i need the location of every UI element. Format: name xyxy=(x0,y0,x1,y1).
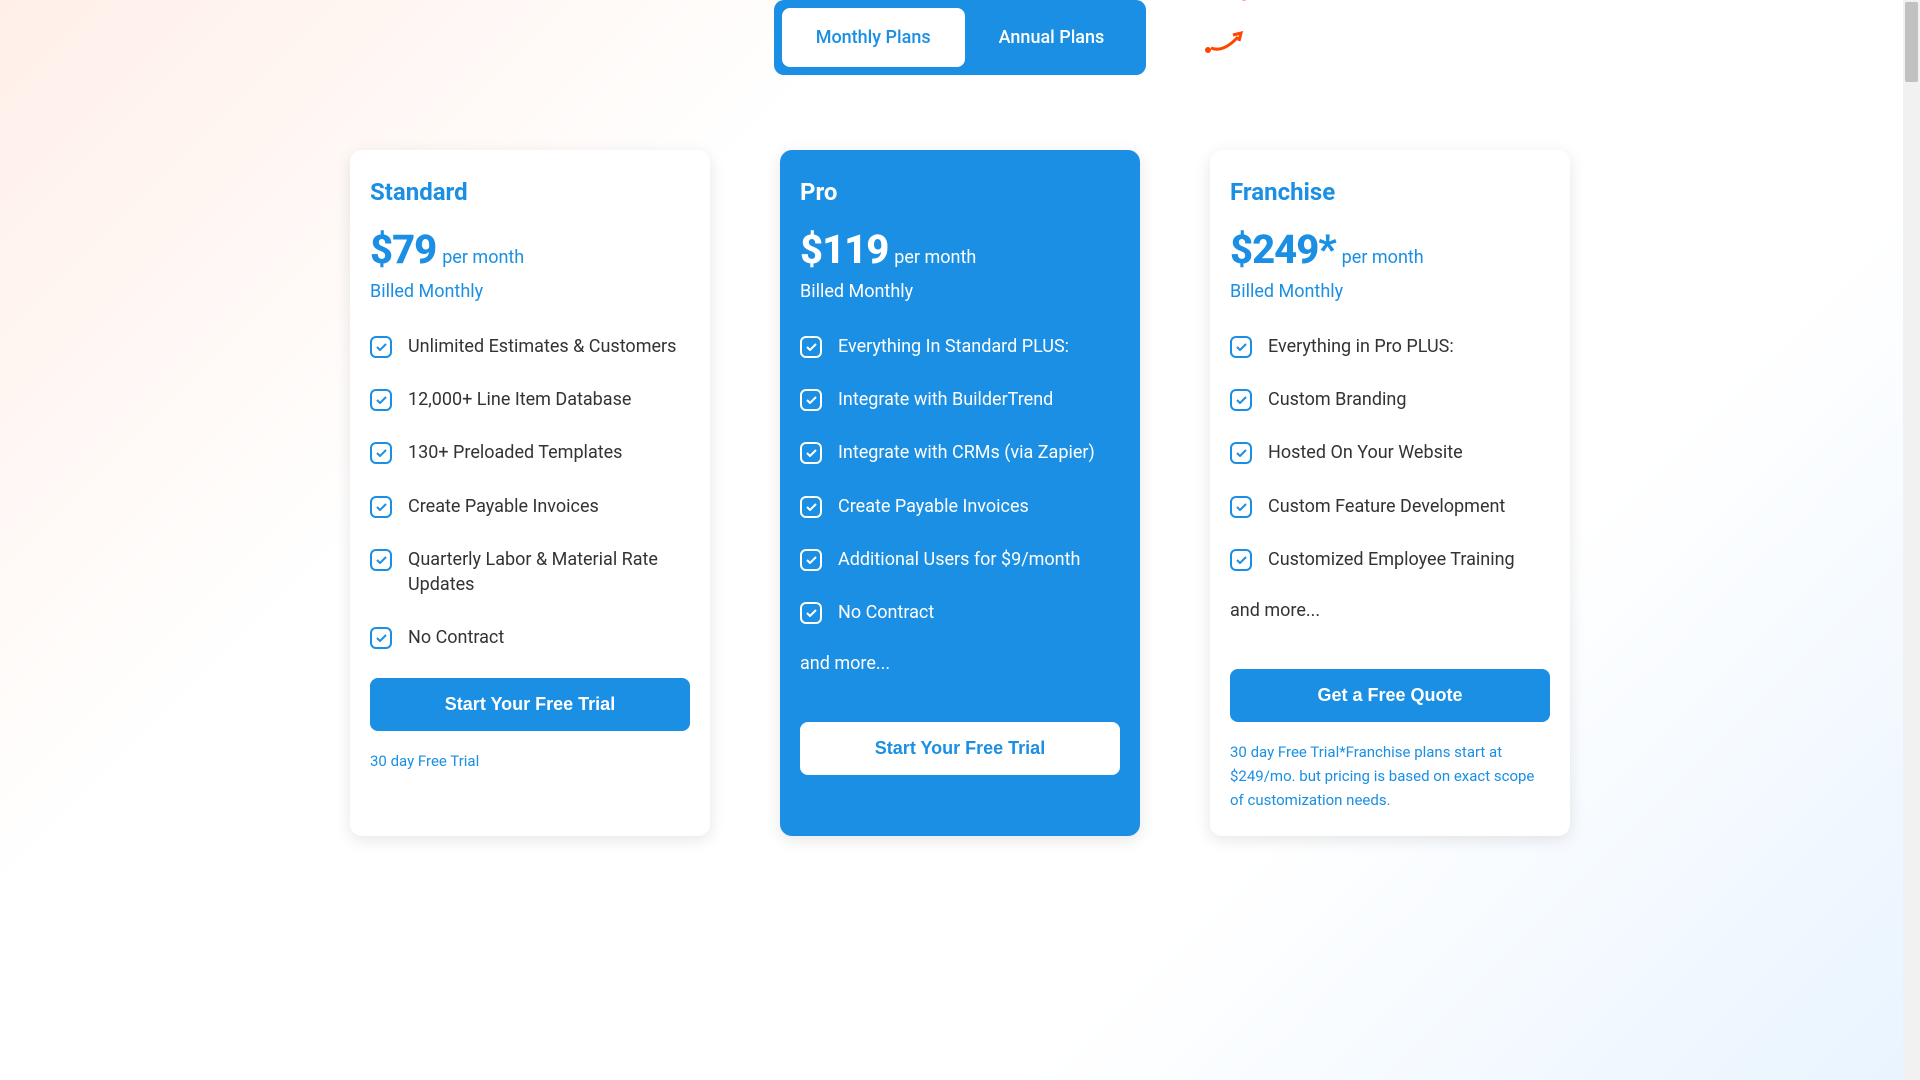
feature-text: Everything In Standard PLUS: xyxy=(838,334,1069,359)
feature-text: Create Payable Invoices xyxy=(408,494,599,519)
billing-toggle: Monthly Plans Annual Plans xyxy=(774,0,1147,75)
check-icon xyxy=(1230,336,1252,358)
feature-item: Custom Feature Development xyxy=(1230,494,1550,519)
check-icon xyxy=(800,496,822,518)
billing-cycle: Billed Monthly xyxy=(1230,281,1550,302)
feature-text: Integrate with BuilderTrend xyxy=(838,387,1053,412)
feature-list: Everything in Pro PLUS: Custom Branding … xyxy=(1230,334,1550,572)
feature-item: Quarterly Labor & Material Rate Updates xyxy=(370,547,690,597)
plan-period: per month xyxy=(442,247,524,268)
feature-text: Integrate with CRMs (via Zapier) xyxy=(838,440,1095,465)
feature-item: Integrate with CRMs (via Zapier) xyxy=(800,440,1120,465)
annual-plans-toggle[interactable]: Annual Plans xyxy=(965,8,1139,67)
feature-item: Everything In Standard PLUS: xyxy=(800,334,1120,359)
check-icon xyxy=(800,389,822,411)
feature-item: Additional Users for $9/month xyxy=(800,547,1120,572)
get-quote-button-franchise[interactable]: Get a Free Quote xyxy=(1230,669,1550,722)
plan-price: $249* xyxy=(1230,226,1336,273)
feature-text: Custom Feature Development xyxy=(1268,494,1505,519)
check-icon xyxy=(800,549,822,571)
check-icon xyxy=(1230,549,1252,571)
check-icon xyxy=(1230,442,1252,464)
feature-text: Quarterly Labor & Material Rate Updates xyxy=(408,547,690,597)
feature-text: Customized Employee Training xyxy=(1268,547,1515,572)
start-trial-button-standard[interactable]: Start Your Free Trial xyxy=(370,678,690,731)
feature-item: Create Payable Invoices xyxy=(800,494,1120,519)
feature-item: Everything in Pro PLUS: xyxy=(1230,334,1550,359)
check-icon xyxy=(800,602,822,624)
feature-text: No Contract xyxy=(408,625,504,650)
feature-text: Additional Users for $9/month xyxy=(838,547,1080,572)
feature-item: Integrate with BuilderTrend xyxy=(800,387,1120,412)
feature-item: 130+ Preloaded Templates xyxy=(370,440,690,465)
and-more-text: and more... xyxy=(800,653,1120,674)
billing-cycle: Billed Monthly xyxy=(800,281,1120,302)
scrollbar-thumb[interactable] xyxy=(1905,2,1918,82)
feature-item: Unlimited Estimates & Customers xyxy=(370,334,690,359)
plan-card-franchise: Franchise $249* per month Billed Monthly… xyxy=(1210,150,1570,836)
plan-title: Standard xyxy=(370,178,690,206)
check-icon xyxy=(1230,496,1252,518)
trial-note: 30 day Free Trial*Franchise plans start … xyxy=(1230,740,1550,812)
feature-list: Unlimited Estimates & Customers 12,000+ … xyxy=(370,334,690,650)
and-more-text: and more... xyxy=(1230,600,1550,621)
check-icon xyxy=(370,336,392,358)
feature-item: 12,000+ Line Item Database xyxy=(370,387,690,412)
feature-text: 130+ Preloaded Templates xyxy=(408,440,622,465)
check-icon xyxy=(370,442,392,464)
check-icon xyxy=(370,389,392,411)
plan-card-pro: Pro $119 per month Billed Monthly Everyt… xyxy=(780,150,1140,836)
arrow-icon xyxy=(1203,25,1253,59)
feature-list: Everything In Standard PLUS: Integrate w… xyxy=(800,334,1120,625)
plan-card-standard: Standard $79 per month Billed Monthly Un… xyxy=(350,150,710,836)
feature-text: Create Payable Invoices xyxy=(838,494,1029,519)
plan-period: per month xyxy=(1342,247,1424,268)
feature-item: Customized Employee Training xyxy=(1230,547,1550,572)
check-icon xyxy=(800,336,822,358)
scrollbar[interactable]: ▲ xyxy=(1903,0,1920,1080)
trial-note: 30 day Free Trial xyxy=(370,749,690,773)
feature-item: Custom Branding xyxy=(1230,387,1550,412)
feature-text: Custom Branding xyxy=(1268,387,1406,412)
feature-text: Everything in Pro PLUS: xyxy=(1268,334,1454,359)
plan-price: $119 xyxy=(800,226,888,273)
plan-title: Franchise xyxy=(1230,178,1550,206)
plan-title: Pro xyxy=(800,178,1120,206)
start-trial-button-pro[interactable]: Start Your Free Trial xyxy=(800,722,1120,775)
check-icon xyxy=(370,496,392,518)
monthly-plans-toggle[interactable]: Monthly Plans xyxy=(782,8,965,67)
feature-item: No Contract xyxy=(370,625,690,650)
check-icon xyxy=(1230,389,1252,411)
plan-period: per month xyxy=(894,247,976,268)
feature-item: Create Payable Invoices xyxy=(370,494,690,519)
discount-badge: Off xyxy=(1236,0,1267,6)
billing-cycle: Billed Monthly xyxy=(370,281,690,302)
feature-text: Unlimited Estimates & Customers xyxy=(408,334,676,359)
check-icon xyxy=(800,442,822,464)
feature-text: 12,000+ Line Item Database xyxy=(408,387,631,412)
feature-item: Hosted On Your Website xyxy=(1230,440,1550,465)
feature-text: Hosted On Your Website xyxy=(1268,440,1463,465)
feature-text: No Contract xyxy=(838,600,934,625)
check-icon xyxy=(370,549,392,571)
check-icon xyxy=(370,627,392,649)
plan-price: $79 xyxy=(370,226,436,273)
feature-item: No Contract xyxy=(800,600,1120,625)
